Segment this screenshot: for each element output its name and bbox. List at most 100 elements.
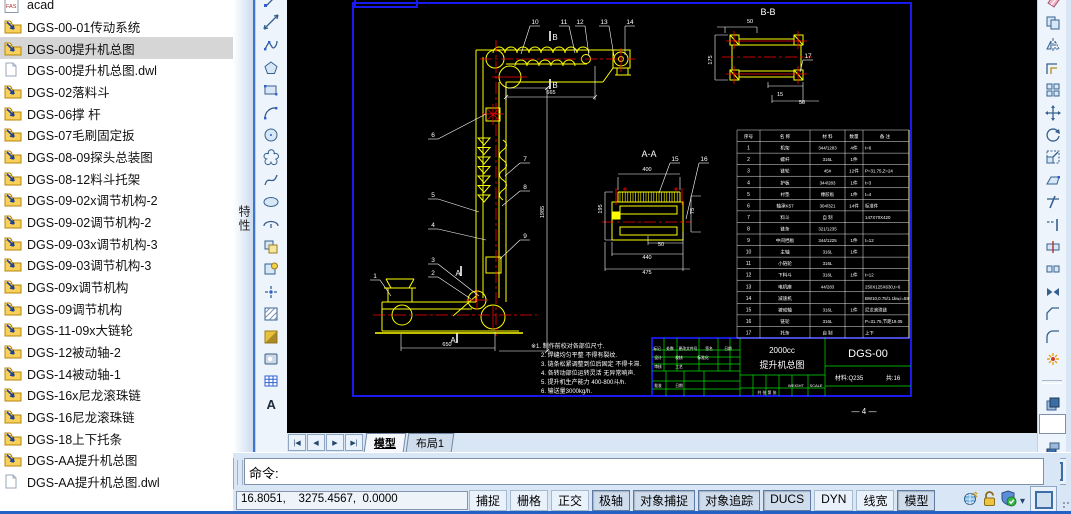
command-input[interactable]: 命令: — [244, 458, 1044, 485]
copy-icon[interactable] — [1041, 12, 1065, 33]
erase-icon[interactable] — [1041, 0, 1065, 11]
file-item[interactable]: DGS-09-02调节机构-2 — [0, 211, 233, 233]
svg-text:被动轴: 被动轴 — [778, 306, 792, 313]
file-item[interactable]: DGS-16x尼龙滚珠链 — [0, 384, 233, 406]
clean-screen-button[interactable] — [1030, 486, 1057, 513]
drawing-canvas[interactable]: 序号 名 称 材 料 数量 备 注 1 机架 344/1283 4件 t=6 2 螺杆 316L 1件 3 链… — [287, 0, 1037, 433]
next-tab-button[interactable]: ▶ — [326, 434, 344, 451]
properties-palette-collapsed[interactable]: 特性 — [233, 0, 255, 452]
break-icon[interactable] — [1041, 259, 1065, 280]
svg-text:签名: 签名 — [705, 346, 713, 351]
toggle-对象追踪[interactable]: 对象追踪 — [698, 490, 761, 511]
file-item[interactable]: DGS-AA提升机总图.dwl — [0, 470, 233, 492]
ellipse-icon[interactable] — [259, 192, 283, 213]
region-icon[interactable] — [259, 348, 283, 369]
file-item[interactable]: FAS acad — [0, 0, 233, 16]
toggle-线宽[interactable]: 线宽 — [856, 490, 895, 511]
toggle-模型[interactable]: 模型 — [897, 490, 936, 511]
svg-text:3. 链条松紧调整到位后固定 不得卡滞.: 3. 链条松紧调整到位后固定 不得卡滞. — [541, 360, 641, 368]
file-item[interactable]: DGS-09-02x调节机构-2 — [0, 189, 233, 211]
toggle-DUCS[interactable]: DUCS — [763, 490, 812, 511]
hatch-icon[interactable] — [259, 304, 283, 325]
table-icon[interactable] — [259, 371, 283, 392]
move-icon[interactable] — [1041, 102, 1065, 123]
rectangle-icon[interactable] — [259, 80, 283, 101]
svg-text:1: 1 — [373, 273, 377, 280]
last-tab-button[interactable]: ▶| — [345, 434, 363, 451]
gradient-icon[interactable] — [259, 326, 283, 347]
mirror-icon[interactable] — [1041, 35, 1065, 56]
file-item[interactable]: DGS-18上下托条 — [0, 427, 233, 449]
scale-icon[interactable] — [1041, 147, 1065, 168]
file-item[interactable]: DGS-09-03调节机构-3 — [0, 254, 233, 276]
cad-drawing: 序号 名 称 材 料 数量 备 注 1 机架 344/1283 4件 t=6 2 螺杆 316L 1件 3 链… — [352, 0, 912, 416]
file-item[interactable]: DGS-09调节机构 — [0, 297, 233, 319]
file-item-selected[interactable]: DGS-00提升机总图 — [0, 37, 233, 60]
file-item[interactable]: DGS-11-09x大链轮 — [0, 319, 233, 341]
first-tab-button[interactable]: |◀ — [288, 434, 306, 451]
polygon-icon[interactable] — [259, 57, 283, 78]
command-grip[interactable] — [237, 460, 243, 485]
toggle-捕捉[interactable]: 捕捉 — [469, 490, 508, 511]
prev-tab-button[interactable]: ◀ — [307, 434, 325, 451]
insert-block-icon[interactable] — [259, 236, 283, 257]
toggle-极轴[interactable]: 极轴 — [592, 490, 631, 511]
toggle-对象捕捉[interactable]: 对象捕捉 — [633, 490, 696, 511]
arc-icon[interactable] — [259, 102, 283, 123]
title-product: 2000cc — [769, 346, 795, 355]
fillet-icon[interactable] — [1041, 326, 1065, 347]
file-item[interactable]: DGS-06撑 杆 — [0, 102, 233, 124]
line-icon[interactable] — [259, 0, 283, 11]
toggle-DYN[interactable]: DYN — [814, 490, 854, 511]
file-item[interactable]: DGS-00-01传动系统 — [0, 16, 233, 38]
file-item[interactable]: DGS-09x调节机构 — [0, 275, 233, 297]
multiline-text-icon[interactable]: A — [259, 393, 283, 414]
tab-模型[interactable]: 模型 — [363, 433, 407, 452]
ellipse-arc-icon[interactable] — [259, 214, 283, 235]
file-item[interactable]: DGS-07毛刷固定扳 — [0, 124, 233, 146]
toolbar-lock-icon[interactable] — [982, 490, 997, 512]
revision-cloud-icon[interactable] — [259, 147, 283, 168]
offset-icon[interactable] — [1041, 57, 1065, 78]
trusted-dwg-icon[interactable] — [1000, 490, 1017, 512]
svg-text:13: 13 — [746, 284, 752, 290]
stretch-icon[interactable] — [1041, 169, 1065, 190]
polyline-icon[interactable] — [259, 35, 283, 56]
point-icon[interactable] — [259, 281, 283, 302]
file-list-panel[interactable]: FAS acad DGS-00-01传动系统 DGS-00提升机总图 DGS-00提升机… — [0, 0, 234, 511]
make-block-icon[interactable] — [259, 259, 283, 280]
svg-text:3: 3 — [747, 169, 750, 175]
circle-icon[interactable] — [259, 124, 283, 145]
svg-text:1件: 1件 — [850, 179, 858, 186]
communication-center-icon[interactable] — [962, 490, 979, 512]
join-icon[interactable] — [1041, 281, 1065, 302]
rotate-icon[interactable] — [1041, 124, 1065, 145]
resize-grip[interactable] — [1060, 499, 1070, 509]
extend-icon[interactable] — [1041, 214, 1065, 235]
folder-icon — [4, 171, 22, 186]
file-item[interactable]: DGS-16尼龙滚珠链 — [0, 405, 233, 427]
array-icon[interactable] — [1041, 80, 1065, 101]
file-item[interactable]: DGS-02落料斗 — [0, 81, 233, 103]
file-item[interactable]: DGS-00提升机总图.dwl — [0, 59, 233, 81]
file-item[interactable]: DGS-09-03x调节机构-3 — [0, 232, 233, 254]
file-item[interactable]: DGS-14被动轴-1 — [0, 362, 233, 384]
break-at-point-icon[interactable] — [1041, 236, 1065, 257]
explode-icon[interactable] — [1041, 348, 1065, 369]
spline-icon[interactable] — [259, 169, 283, 190]
file-item[interactable]: DGS-AA提升机总图 — [0, 449, 233, 471]
construction-line-icon[interactable] — [259, 12, 283, 33]
folder-icon — [4, 149, 22, 164]
file-item[interactable]: DGS-12被动轴-2 — [0, 340, 233, 362]
trim-icon[interactable] — [1041, 192, 1065, 213]
file-item[interactable]: DGS-08-09探头总装图 — [0, 146, 233, 168]
toggle-栅格[interactable]: 栅格 — [510, 490, 549, 511]
tab-布局1[interactable]: 布局1 — [405, 433, 455, 452]
file-item[interactable]: DGS-08-12料斗托架 — [0, 167, 233, 189]
order-front-icon[interactable] — [1041, 393, 1065, 414]
toggle-正交[interactable]: 正交 — [551, 490, 590, 511]
svg-text:7: 7 — [523, 156, 527, 163]
chamfer-icon[interactable] — [1041, 304, 1065, 325]
properties-palette-tab[interactable]: 特性 — [236, 205, 253, 233]
tray-dropdown-icon[interactable]: ▾ — [1020, 496, 1025, 507]
